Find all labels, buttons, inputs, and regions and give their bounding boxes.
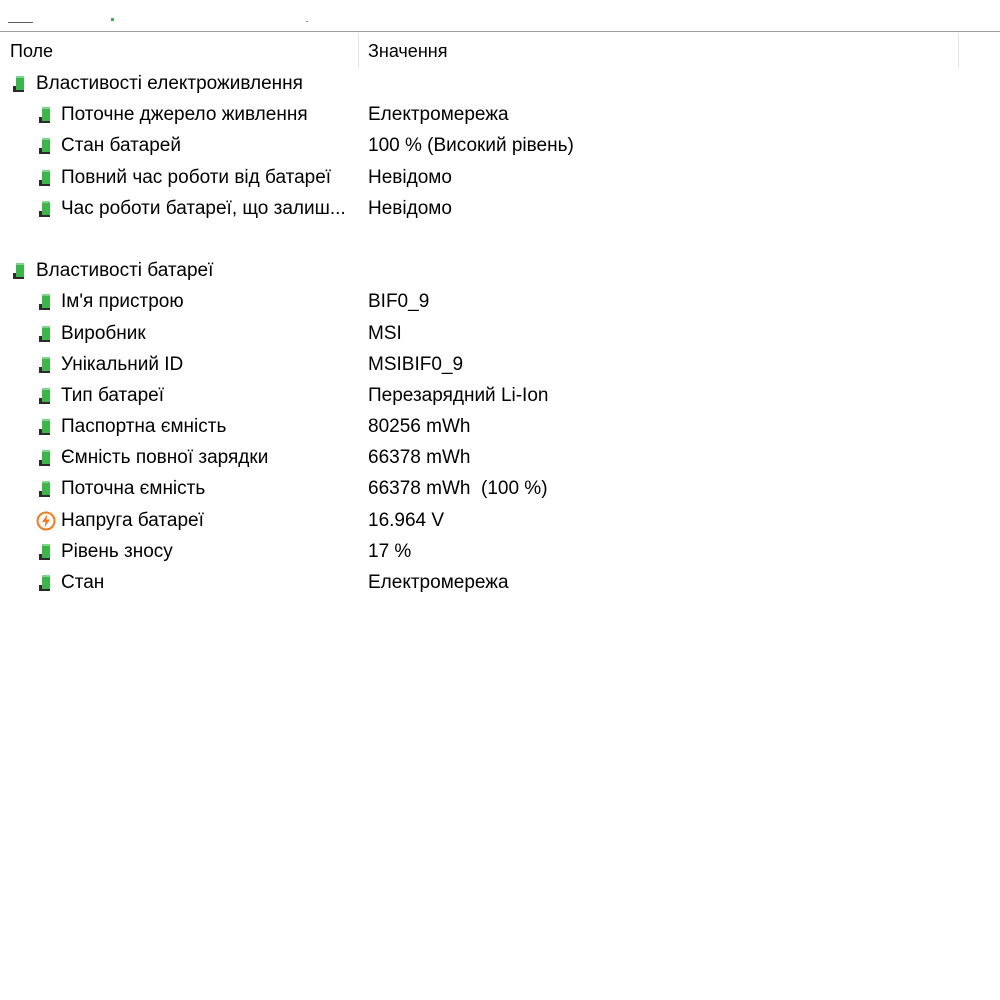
- table-row[interactable]: Стан Електромережа: [0, 567, 1000, 598]
- field-label: Напруга батареї: [61, 509, 204, 531]
- field-label: Ім'я пристрою: [61, 291, 184, 313]
- battery-icon: [36, 292, 56, 312]
- table-row[interactable]: Стан батарей 100 % (Високий рівень): [0, 130, 1000, 161]
- field-value: 100 % (Високий рівень): [368, 135, 574, 157]
- toolbar-area: [0, 0, 1000, 32]
- field-label: Повний час роботи від батареї: [61, 166, 332, 188]
- property-list: Властивості електроживлення Поточне джер…: [0, 68, 1000, 598]
- column-divider[interactable]: [358, 34, 359, 68]
- toolbar-fragment: [111, 18, 114, 21]
- field-value: 66378 mWh: [368, 447, 471, 469]
- table-row[interactable]: Виробник MSI: [0, 318, 1000, 349]
- column-header-value[interactable]: Значення: [368, 32, 948, 66]
- table-row[interactable]: Напруга батареї 16.964 V: [0, 505, 1000, 536]
- battery-icon: [36, 479, 56, 499]
- group-label: Властивості електроживлення: [36, 73, 303, 94]
- battery-icon: [36, 448, 56, 468]
- toolbar-fragment: [8, 22, 33, 23]
- field-value: Електромережа: [368, 104, 509, 126]
- table-row[interactable]: Поточна ємність 66378 mWh (100 %): [0, 473, 1000, 504]
- field-value: MSIBIF0_9: [368, 353, 464, 375]
- battery-icon: [36, 386, 56, 406]
- field-value: Невідомо: [368, 197, 452, 219]
- field-label: Рівень зносу: [61, 540, 173, 562]
- field-label: Поточне джерело живлення: [61, 104, 308, 126]
- table-row[interactable]: Ємність повної зарядки 66378 mWh: [0, 442, 1000, 473]
- battery-icon: [36, 105, 56, 125]
- field-value: 80256 mWh: [368, 416, 471, 438]
- field-label: Тип батареї: [61, 384, 165, 406]
- battery-icon: [36, 199, 56, 219]
- battery-icon: [36, 542, 56, 562]
- field-label: Паспортна ємність: [61, 416, 227, 438]
- group-label: Властивості батареї: [36, 260, 214, 282]
- field-label: Час роботи батареї, що залиш...: [61, 197, 346, 219]
- field-value: BIF0_9: [368, 291, 430, 313]
- field-label: Стан: [61, 572, 105, 593]
- toolbar-fragment: [306, 21, 308, 22]
- battery-icon: [10, 261, 30, 281]
- battery-icon: [36, 573, 56, 593]
- table-row[interactable]: Рівень зносу 17 %: [0, 536, 1000, 567]
- field-value: Невідомо: [368, 166, 452, 188]
- field-label: Поточна ємність: [61, 478, 206, 500]
- voltage-icon: [36, 511, 56, 531]
- field-value: MSI: [368, 322, 402, 344]
- table-row[interactable]: Паспортна ємність 80256 mWh: [0, 411, 1000, 442]
- battery-icon: [36, 136, 56, 156]
- table-row[interactable]: Поточне джерело живлення Електромережа: [0, 99, 1000, 130]
- battery-icon: [36, 324, 56, 344]
- table-header: Поле Значення: [0, 32, 1000, 68]
- field-label: Стан батарей: [61, 135, 181, 157]
- battery-icon: [36, 355, 56, 375]
- field-label: Виробник: [61, 322, 146, 344]
- table-row[interactable]: Повний час роботи від батареї Невідомо: [0, 162, 1000, 193]
- field-value: 16.964 V: [368, 509, 445, 531]
- table-row[interactable]: Тип батареї Перезарядний Li-Ion: [0, 380, 1000, 411]
- battery-icon: [10, 74, 30, 94]
- column-header-field[interactable]: Поле: [10, 32, 350, 66]
- field-label: Ємність повної зарядки: [61, 447, 269, 469]
- field-label: Унікальний ID: [61, 353, 184, 375]
- battery-icon: [36, 168, 56, 188]
- field-value: Електромережа: [368, 572, 509, 593]
- table-row[interactable]: Ім'я пристрою BIF0_9: [0, 286, 1000, 317]
- group-header-power-properties[interactable]: Властивості електроживлення: [0, 68, 1000, 99]
- field-value: 17 %: [368, 540, 412, 562]
- column-divider[interactable]: [958, 34, 959, 68]
- group-header-battery-properties[interactable]: Властивості батареї: [0, 255, 1000, 286]
- table-row[interactable]: Час роботи батареї, що залиш... Невідомо: [0, 193, 1000, 224]
- table-row[interactable]: Унікальний ID MSIBIF0_9: [0, 349, 1000, 380]
- field-value: Перезарядний Li-Ion: [368, 384, 549, 406]
- field-value: 66378 mWh (100 %): [368, 478, 548, 500]
- battery-icon: [36, 417, 56, 437]
